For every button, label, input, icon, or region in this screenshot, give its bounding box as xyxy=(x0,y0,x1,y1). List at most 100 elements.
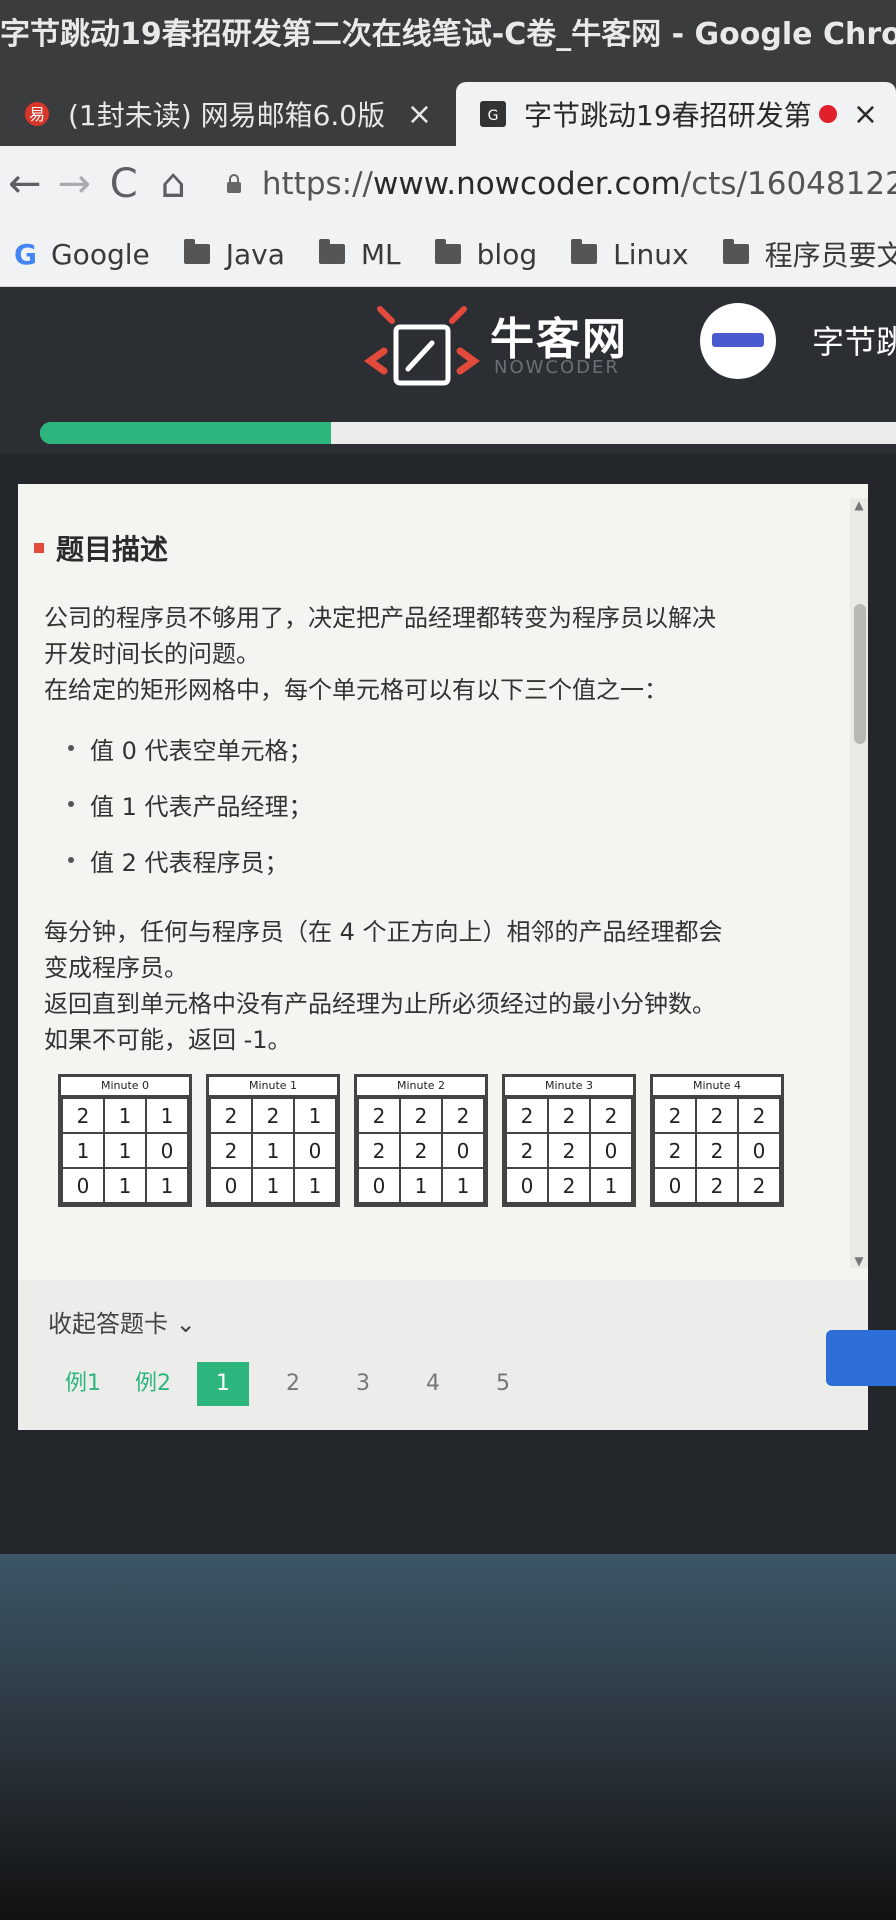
tab-mail-title: (1封未读) 网易邮箱6.0版 xyxy=(68,99,386,132)
grid-cell: 0 xyxy=(441,1132,485,1169)
grid-cell: 2 xyxy=(505,1097,549,1134)
folder-icon xyxy=(722,239,749,264)
answer-card-footer: 收起答题卡 ⌄ 例1 例2 1 2 3 4 5 xyxy=(18,1280,868,1430)
pager-example-2[interactable]: 例2 xyxy=(118,1362,188,1406)
tab-nowcoder-close-icon[interactable]: × xyxy=(853,97,878,132)
reload-icon[interactable]: C xyxy=(99,161,148,207)
recording-icon xyxy=(818,105,837,123)
folder-icon xyxy=(434,239,461,264)
minute-grid: Minute 3 222 220 021 xyxy=(502,1074,636,1207)
bookmark-label: blog xyxy=(476,237,538,271)
grid-cell: 2 xyxy=(695,1097,739,1134)
grid-cell: 2 xyxy=(251,1097,295,1134)
folder-icon xyxy=(571,239,598,264)
bookmark-programmer[interactable]: 程序员要文 xyxy=(722,234,896,274)
bullet-item: 值 0 代表空单元格； xyxy=(68,720,768,776)
grid-table: 211 110 011 xyxy=(61,1097,189,1204)
grid-cell: 2 xyxy=(547,1132,591,1169)
bookmark-blog[interactable]: blog xyxy=(434,237,538,271)
minute-grid: Minute 1 221 210 011 xyxy=(206,1074,340,1207)
bullet-item: 值 1 代表产品经理； xyxy=(68,776,768,832)
tab-nowcoder-title: 字节跳动19春招研发第 xyxy=(524,99,812,132)
pager-question-5[interactable]: 5 xyxy=(468,1362,538,1406)
grid-cell: 2 xyxy=(441,1097,485,1134)
main-stage: 题目描述 公司的程序员不够用了，决定把产品经理都转变为程序员以解决 开发时间长的… xyxy=(0,454,896,1554)
grid-cell: 1 xyxy=(103,1132,147,1169)
grid-title: Minute 1 xyxy=(209,1077,337,1097)
grid-cell: 2 xyxy=(61,1097,105,1134)
grid-table: 222 220 021 xyxy=(505,1097,633,1204)
grid-cell: 2 xyxy=(209,1132,253,1169)
grid-table: 222 220 022 xyxy=(653,1097,781,1204)
tab-mail-close-icon[interactable]: × xyxy=(407,97,432,132)
submit-button[interactable] xyxy=(826,1330,896,1386)
problem-description: 公司的程序员不够用了，决定把产品经理都转变为程序员以解决 开发时间长的问题。 在… xyxy=(44,600,824,708)
header-user-label[interactable]: 字节跳 xyxy=(812,317,896,363)
pager-question-3[interactable]: 3 xyxy=(328,1362,398,1406)
tab-mail[interactable]: 易 (1封未读) 网易邮箱6.0版 × xyxy=(0,82,450,146)
grid-title: Minute 2 xyxy=(357,1077,485,1097)
description-scrollbar[interactable]: ▲ ▼ xyxy=(850,498,868,1268)
minute-grid: Minute 4 222 220 022 xyxy=(650,1074,784,1207)
grid-cell: 0 xyxy=(737,1132,781,1169)
grid-cell: 2 xyxy=(589,1097,633,1134)
folder-icon xyxy=(183,239,210,264)
avatar[interactable] xyxy=(700,303,776,379)
scroll-up-icon[interactable]: ▲ xyxy=(850,498,868,512)
desc-line: 每分钟，任何与程序员（在 4 个正方向上）相邻的产品经理都会 xyxy=(44,918,723,946)
bullet-dot-icon xyxy=(68,801,74,807)
grid-cell: 1 xyxy=(61,1132,105,1169)
pager-example-1[interactable]: 例1 xyxy=(48,1362,118,1406)
desc-line: 返回直到单元格中没有产品经理为止所必须经过的最小分钟数。 xyxy=(44,990,716,1018)
grid-cell: 1 xyxy=(145,1167,189,1204)
bookmark-label: ML xyxy=(360,237,401,271)
home-icon[interactable]: ⌂ xyxy=(148,161,197,207)
svg-text:G: G xyxy=(488,108,499,124)
avatar-badge-icon xyxy=(712,333,764,347)
bookmark-label: Java xyxy=(225,237,285,271)
bookmark-label: Linux xyxy=(613,237,689,271)
grid-cell: 1 xyxy=(441,1167,485,1204)
nowcoder-logo[interactable]: 牛客网 NOWCODER xyxy=(362,299,642,389)
grid-cell: 1 xyxy=(103,1167,147,1204)
grid-cell: 2 xyxy=(737,1167,781,1204)
grid-cell: 1 xyxy=(145,1097,189,1134)
bookmark-google[interactable]: G Google xyxy=(14,238,150,271)
grid-cell: 0 xyxy=(357,1167,401,1204)
pager-question-1[interactable]: 1 xyxy=(197,1362,249,1406)
grid-cell: 1 xyxy=(251,1132,295,1169)
grid-title: Minute 0 xyxy=(61,1077,189,1097)
desc-line: 在给定的矩形网格中，每个单元格可以有以下三个值之一： xyxy=(44,676,668,704)
logo-subtitle: NOWCODER xyxy=(494,357,620,378)
bookmark-ml[interactable]: ML xyxy=(318,237,401,271)
google-icon: G xyxy=(14,237,37,271)
pager-question-2[interactable]: 2 xyxy=(258,1362,328,1406)
back-icon[interactable]: ← xyxy=(0,161,49,207)
tab-nowcoder[interactable]: G 字节跳动19春招研发第 × xyxy=(456,82,896,146)
bookmark-label: 程序员要文 xyxy=(764,239,896,272)
scroll-down-icon[interactable]: ▼ xyxy=(850,1254,868,1268)
bookmark-java[interactable]: Java xyxy=(183,237,285,271)
mail-favicon-icon: 易 xyxy=(25,102,49,126)
grid-cell: 2 xyxy=(209,1097,253,1134)
grid-cell: 2 xyxy=(695,1132,739,1169)
bookmarks-bar: G Google Java ML blog Linux 程序员要文 xyxy=(0,222,896,287)
url-scheme: https:// xyxy=(261,166,373,202)
grid-cell: 2 xyxy=(399,1097,443,1134)
problem-card: 题目描述 公司的程序员不够用了，决定把产品经理都转变为程序员以解决 开发时间长的… xyxy=(18,484,868,1280)
desc-line: 公司的程序员不够用了，决定把产品经理都转变为程序员以解决 xyxy=(44,604,716,632)
url-host: www.nowcoder.com xyxy=(373,166,681,202)
grid-cell: 0 xyxy=(653,1167,697,1204)
exam-progress-bar xyxy=(40,422,896,444)
url-field[interactable]: https://www.nowcoder.com/cts/16048122/su… xyxy=(226,166,896,202)
svg-text:易: 易 xyxy=(29,105,45,124)
lock-icon xyxy=(226,174,241,193)
grid-cell: 1 xyxy=(589,1167,633,1204)
scroll-thumb[interactable] xyxy=(854,604,866,744)
bookmark-linux[interactable]: Linux xyxy=(571,237,689,271)
forward-icon[interactable]: → xyxy=(49,161,98,207)
collapse-answer-card-button[interactable]: 收起答题卡 ⌄ xyxy=(48,1304,196,1339)
grid-cell: 2 xyxy=(399,1132,443,1169)
pager-question-4[interactable]: 4 xyxy=(398,1362,468,1406)
bullet-item: 值 2 代表程序员； xyxy=(68,832,768,888)
